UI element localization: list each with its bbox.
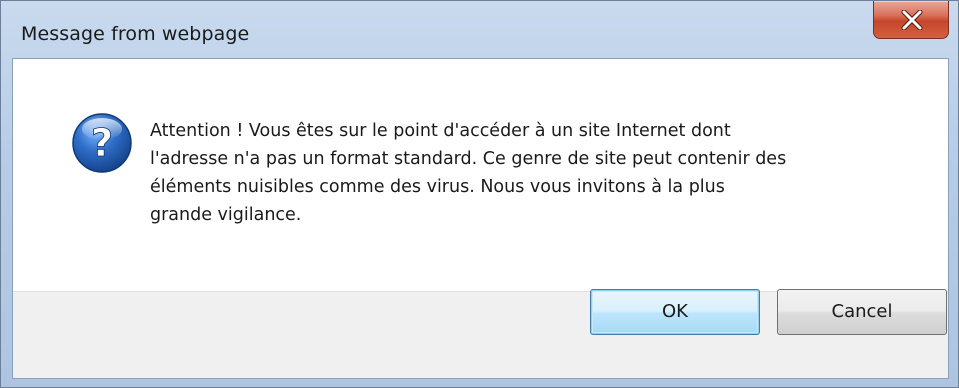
cancel-button[interactable]: Cancel (777, 289, 947, 335)
close-x-icon (901, 10, 923, 30)
dialog-window: Message from webpage ? Attention ! Vous … (0, 0, 959, 388)
title-bar[interactable]: Message from webpage (1, 1, 958, 59)
dialog-client-area: ? Attention ! Vous êtes sur le point d'a… (12, 58, 949, 379)
dialog-message: Attention ! Vous êtes sur le point d'acc… (150, 121, 787, 225)
dialog-title: Message from webpage (21, 23, 250, 45)
close-button[interactable] (873, 1, 949, 39)
message-area: ? Attention ! Vous êtes sur le point d'a… (13, 59, 948, 291)
svg-text:?: ? (91, 121, 113, 165)
question-mark-icon: ? (72, 113, 132, 173)
ok-button[interactable]: OK (590, 289, 760, 335)
